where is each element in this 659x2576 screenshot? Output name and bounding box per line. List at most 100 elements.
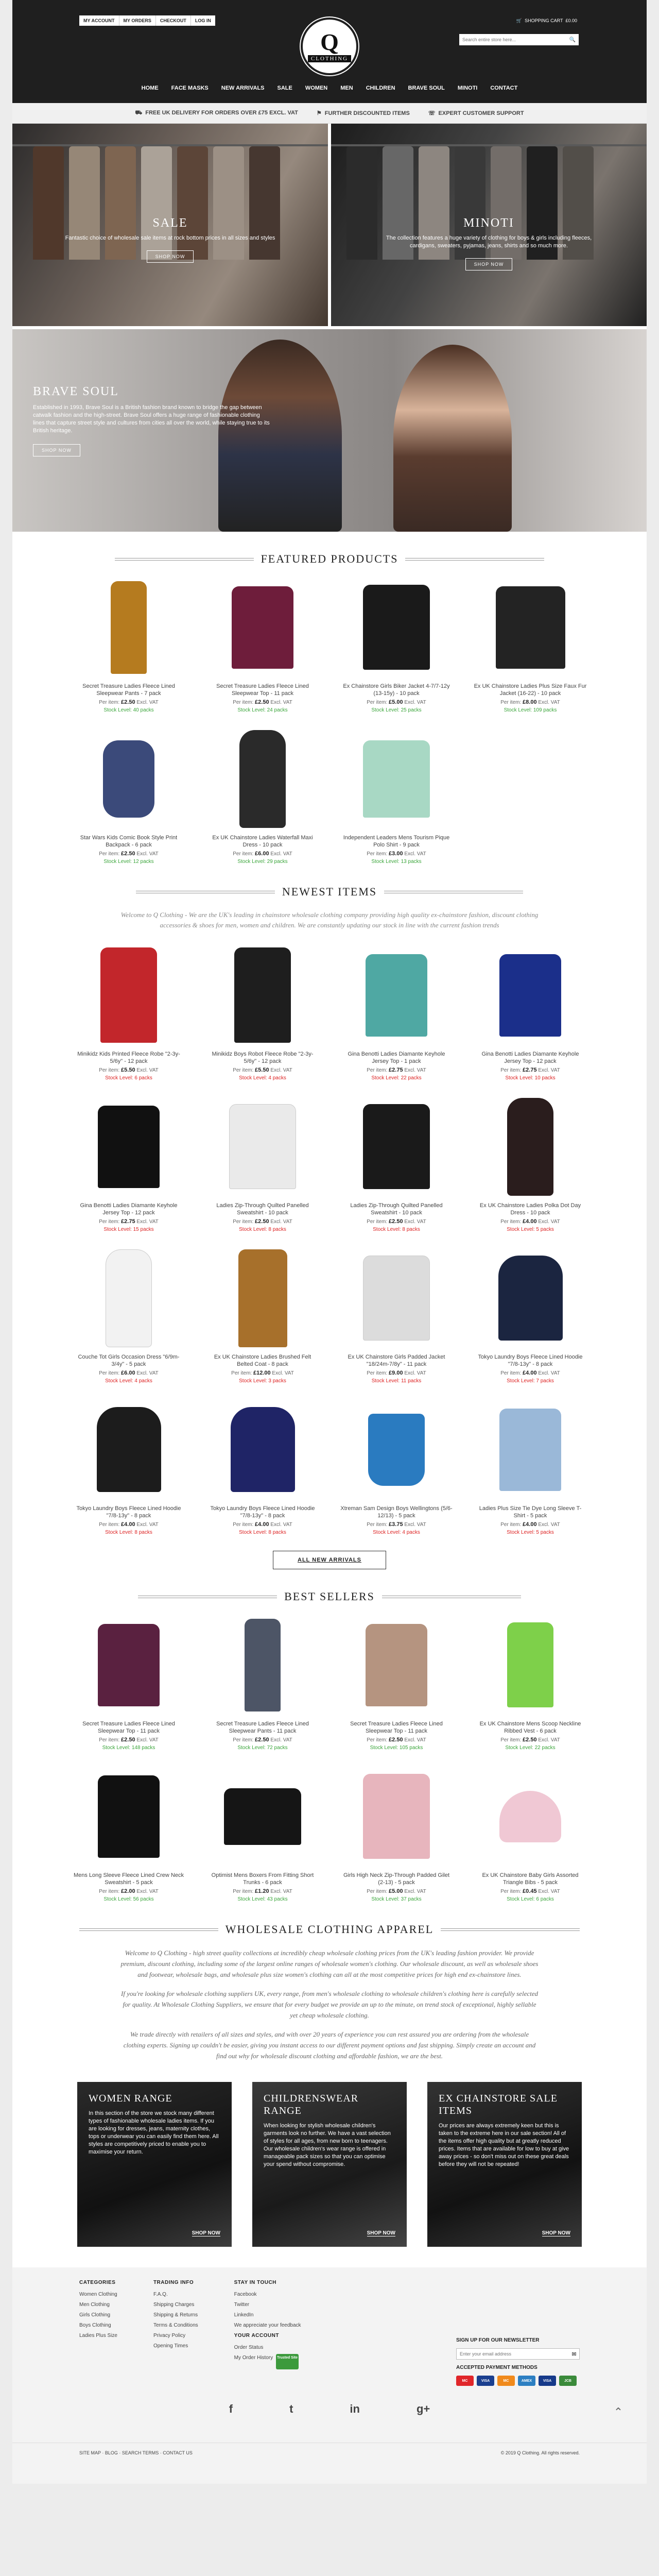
product-name[interactable]: Tokyo Laundry Boys Fleece Lined Hoodie "… — [474, 1353, 587, 1368]
product-name[interactable]: Mens Long Sleeve Fleece Lined Crew Neck … — [72, 1872, 185, 1886]
footer-link[interactable]: Privacy Policy — [153, 2333, 198, 2338]
product-image[interactable] — [340, 1399, 453, 1500]
my-account-link[interactable]: MY ACCOUNT — [79, 15, 119, 26]
product-name[interactable]: Secret Treasure Ladies Fleece Lined Slee… — [206, 683, 319, 697]
product-image[interactable] — [474, 1615, 587, 1715]
women-range-promo[interactable]: WOMEN RANGE In this section of the store… — [77, 2082, 232, 2247]
newsletter-submit-button[interactable]: ✉ — [569, 2349, 579, 2359]
product-name[interactable]: Secret Treasure Ladies Fleece Lined Slee… — [72, 1720, 185, 1735]
newsletter-email-input[interactable] — [457, 2349, 569, 2359]
footer-link[interactable]: We appreciate your feedback — [234, 2323, 301, 2328]
footer-link[interactable]: Opening Times — [153, 2343, 198, 2349]
product-name[interactable]: Optimist Mens Boxers From Fitting Short … — [206, 1872, 319, 1886]
product-image[interactable] — [340, 1248, 453, 1348]
footer-link[interactable]: Order Status — [234, 2345, 301, 2350]
product-card[interactable]: Secret Treasure Ladies Fleece Lined Slee… — [206, 577, 319, 713]
footer-link[interactable]: Terms & Conditions — [153, 2323, 198, 2328]
product-card[interactable]: Ex UK Chainstore Ladies Polka Dot Day Dr… — [474, 1096, 587, 1232]
nav-face-masks[interactable]: FACE MASKS — [171, 85, 209, 91]
nav-sale[interactable]: SALE — [278, 85, 292, 91]
product-image[interactable] — [72, 728, 185, 829]
product-image[interactable] — [72, 1096, 185, 1197]
twitter-icon[interactable]: t — [289, 2402, 293, 2416]
product-name[interactable]: Ex UK Chainstore Baby Girls Assorted Tri… — [474, 1872, 587, 1886]
product-image[interactable] — [206, 728, 319, 829]
product-card[interactable]: Ex UK Chainstore Ladies Plus Size Faux F… — [474, 577, 587, 713]
product-card[interactable]: Independent Leaders Mens Tourism Pique P… — [340, 728, 453, 865]
product-name[interactable]: Independent Leaders Mens Tourism Pique P… — [340, 834, 453, 849]
product-name[interactable]: Star Wars Kids Comic Book Style Print Ba… — [72, 834, 185, 849]
nav-men[interactable]: MEN — [340, 85, 353, 91]
product-name[interactable]: Ex UK Chainstore Ladies Brushed Felt Bel… — [206, 1353, 319, 1368]
sale-shop-now-button[interactable]: SHOP NOW — [146, 250, 194, 263]
product-name[interactable]: Tokyo Laundry Boys Fleece Lined Hoodie "… — [72, 1505, 185, 1519]
product-image[interactable] — [206, 945, 319, 1045]
footer-link[interactable]: Ladies Plus Size — [79, 2333, 117, 2338]
footer-link[interactable]: Boys Clothing — [79, 2323, 117, 2328]
product-name[interactable]: Ex UK Chainstore Mens Scoop Neckline Rib… — [474, 1720, 587, 1735]
back-to-top-icon[interactable]: ⌃ — [611, 2405, 626, 2421]
product-name[interactable]: Xtreman Sam Design Boys Wellingtons (5/6… — [340, 1505, 453, 1519]
product-card[interactable]: Secret Treasure Ladies Fleece Lined Slee… — [206, 1615, 319, 1751]
product-image[interactable] — [206, 1766, 319, 1867]
nav-children[interactable]: CHILDREN — [366, 85, 395, 91]
product-image[interactable] — [72, 1248, 185, 1348]
product-name[interactable]: Gina Benotti Ladies Diamante Keyhole Jer… — [340, 1050, 453, 1065]
product-name[interactable]: Couche Tot Girls Occasion Dress "6/9m-3/… — [72, 1353, 185, 1368]
product-image[interactable] — [206, 577, 319, 677]
product-name[interactable]: Minikidz Kids Printed Fleece Robe "2-3y-… — [72, 1050, 185, 1065]
minoti-banner[interactable]: MINOTI The collection features a huge va… — [331, 124, 647, 326]
minoti-shop-now-button[interactable]: SHOP NOW — [465, 258, 513, 270]
product-image[interactable] — [72, 577, 185, 677]
product-image[interactable] — [474, 945, 587, 1045]
product-card[interactable]: Mens Long Sleeve Fleece Lined Crew Neck … — [72, 1766, 185, 1902]
product-card[interactable]: Ladies Zip-Through Quilted Panelled Swea… — [340, 1096, 453, 1232]
product-card[interactable]: Gina Benotti Ladies Diamante Keyhole Jer… — [474, 945, 587, 1081]
product-card[interactable]: Secret Treasure Ladies Fleece Lined Slee… — [72, 1615, 185, 1751]
product-name[interactable]: Secret Treasure Ladies Fleece Lined Slee… — [206, 1720, 319, 1735]
shopping-cart[interactable]: 🛒 SHOPPING CART £0.00 — [516, 15, 577, 26]
footer-link[interactable]: F.A.Q. — [153, 2292, 198, 2297]
product-image[interactable] — [340, 945, 453, 1045]
product-card[interactable]: Ladies Plus Size Tie Dye Long Sleeve T-S… — [474, 1399, 587, 1535]
product-image[interactable] — [206, 1096, 319, 1197]
product-name[interactable]: Ex UK Chainstore Ladies Polka Dot Day Dr… — [474, 1202, 587, 1216]
product-card[interactable]: Minikidz Boys Robot Fleece Robe "2-3y-5/… — [206, 945, 319, 1081]
product-image[interactable] — [206, 1615, 319, 1715]
brave-soul-shop-now-button[interactable]: SHOP NOW — [33, 444, 80, 456]
product-image[interactable] — [340, 728, 453, 829]
product-card[interactable]: Ex UK Chainstore Mens Scoop Neckline Rib… — [474, 1615, 587, 1751]
product-card[interactable]: Star Wars Kids Comic Book Style Print Ba… — [72, 728, 185, 865]
footer-link[interactable]: Facebook — [234, 2292, 301, 2297]
children-shop-now-link[interactable]: SHOP NOW — [367, 2230, 395, 2236]
search-input[interactable] — [462, 37, 569, 42]
footer-link[interactable]: Girls Clothing — [79, 2312, 117, 2318]
product-card[interactable]: Ex Chainstore Girls Biker Jacket 4-7/7-1… — [340, 577, 453, 713]
footer-bottom-links[interactable]: SITE MAP · BLOG · SEARCH TERMS · CONTACT… — [79, 2450, 193, 2455]
checkout-link[interactable]: CHECKOUT — [156, 15, 191, 26]
sale-items-promo[interactable]: EX CHAINSTORE SALE ITEMS Our prices are … — [427, 2082, 582, 2247]
product-card[interactable]: Ladies Zip-Through Quilted Panelled Swea… — [206, 1096, 319, 1232]
childrenswear-range-promo[interactable]: CHILDRENSWEAR RANGE When looking for sty… — [252, 2082, 407, 2247]
footer-link[interactable]: Shipping & Returns — [153, 2312, 198, 2318]
login-link[interactable]: LOG IN — [191, 15, 215, 26]
product-image[interactable] — [340, 1615, 453, 1715]
product-name[interactable]: Ex UK Chainstore Ladies Waterfall Maxi D… — [206, 834, 319, 849]
product-card[interactable]: Xtreman Sam Design Boys Wellingtons (5/6… — [340, 1399, 453, 1535]
product-name[interactable]: Ladies Zip-Through Quilted Panelled Swea… — [340, 1202, 453, 1216]
all-new-arrivals-button[interactable]: ALL NEW ARRIVALS — [273, 1551, 386, 1569]
product-image[interactable] — [340, 577, 453, 677]
facebook-icon[interactable]: f — [229, 2402, 233, 2416]
product-name[interactable]: Tokyo Laundry Boys Fleece Lined Hoodie "… — [206, 1505, 319, 1519]
product-name[interactable]: Ladies Plus Size Tie Dye Long Sleeve T-S… — [474, 1505, 587, 1519]
product-image[interactable] — [206, 1399, 319, 1500]
product-image[interactable] — [474, 1096, 587, 1197]
nav-contact[interactable]: CONTACT — [490, 85, 517, 91]
product-card[interactable]: Ex UK Chainstore Ladies Brushed Felt Bel… — [206, 1248, 319, 1384]
brave-soul-banner[interactable]: BRAVE SOUL Established in 1993, Brave So… — [12, 329, 647, 532]
product-image[interactable] — [72, 1766, 185, 1867]
footer-link[interactable]: Women Clothing — [79, 2292, 117, 2297]
product-card[interactable]: Girls High Neck Zip-Through Padded Gilet… — [340, 1766, 453, 1902]
product-card[interactable]: Secret Treasure Ladies Fleece Lined Slee… — [340, 1615, 453, 1751]
footer-link[interactable]: LinkedIn — [234, 2312, 301, 2318]
